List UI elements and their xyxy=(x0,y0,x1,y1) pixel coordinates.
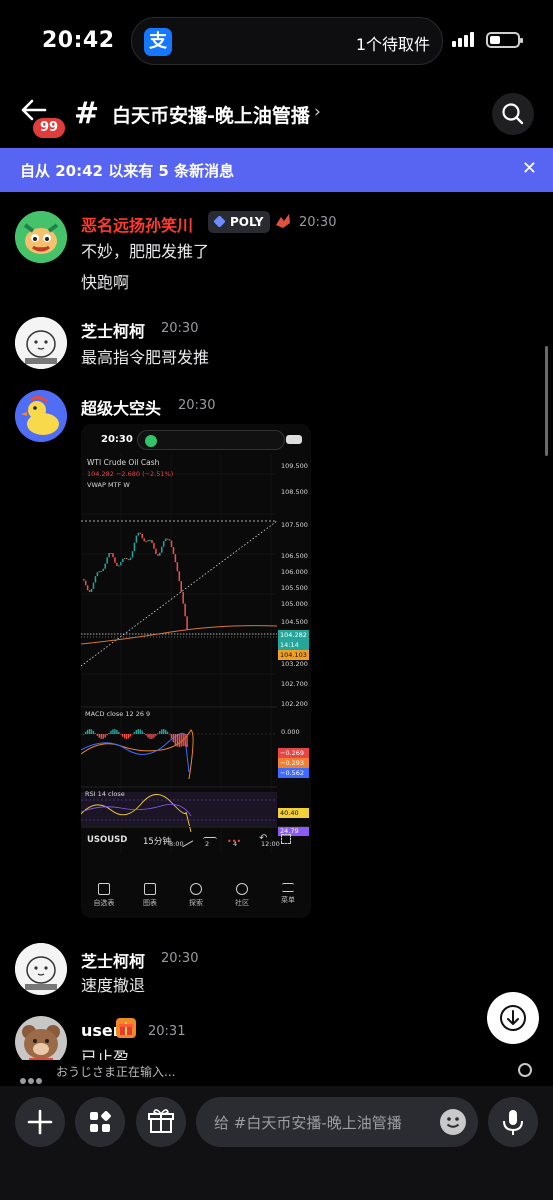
emoji-icon[interactable] xyxy=(440,1109,466,1135)
arrow-down-icon xyxy=(500,1005,526,1031)
microphone-icon xyxy=(503,1110,523,1135)
input-placeholder: 给 #白天币安播-晚上油管播 xyxy=(214,1114,402,1132)
message-composer: 给 #白天币安播-晚上油管播 xyxy=(0,1086,553,1200)
gift-button[interactable] xyxy=(136,1097,186,1147)
scroll-to-bottom-button[interactable] xyxy=(487,992,539,1044)
add-button[interactable] xyxy=(15,1097,65,1147)
typing-indicator: おうじさま正在输入... xyxy=(56,1065,176,1079)
gift-badge-icon xyxy=(116,1018,136,1038)
message-input[interactable]: 给 #白天币安播-晚上油管播 xyxy=(196,1097,478,1147)
avatar[interactable] xyxy=(15,1016,67,1060)
gift-icon xyxy=(148,1109,174,1133)
apps-button[interactable] xyxy=(75,1097,125,1147)
author-name[interactable]: user xyxy=(81,1021,121,1040)
plus-icon xyxy=(27,1109,53,1135)
message-item: user 20:31 已止盈 xyxy=(0,0,553,1060)
voice-button[interactable] xyxy=(488,1097,538,1147)
message-time: 20:31 xyxy=(148,1024,186,1039)
apps-icon xyxy=(90,1111,111,1132)
timer-icon[interactable] xyxy=(518,1063,532,1077)
message-text: 已止盈 xyxy=(81,1048,130,1060)
